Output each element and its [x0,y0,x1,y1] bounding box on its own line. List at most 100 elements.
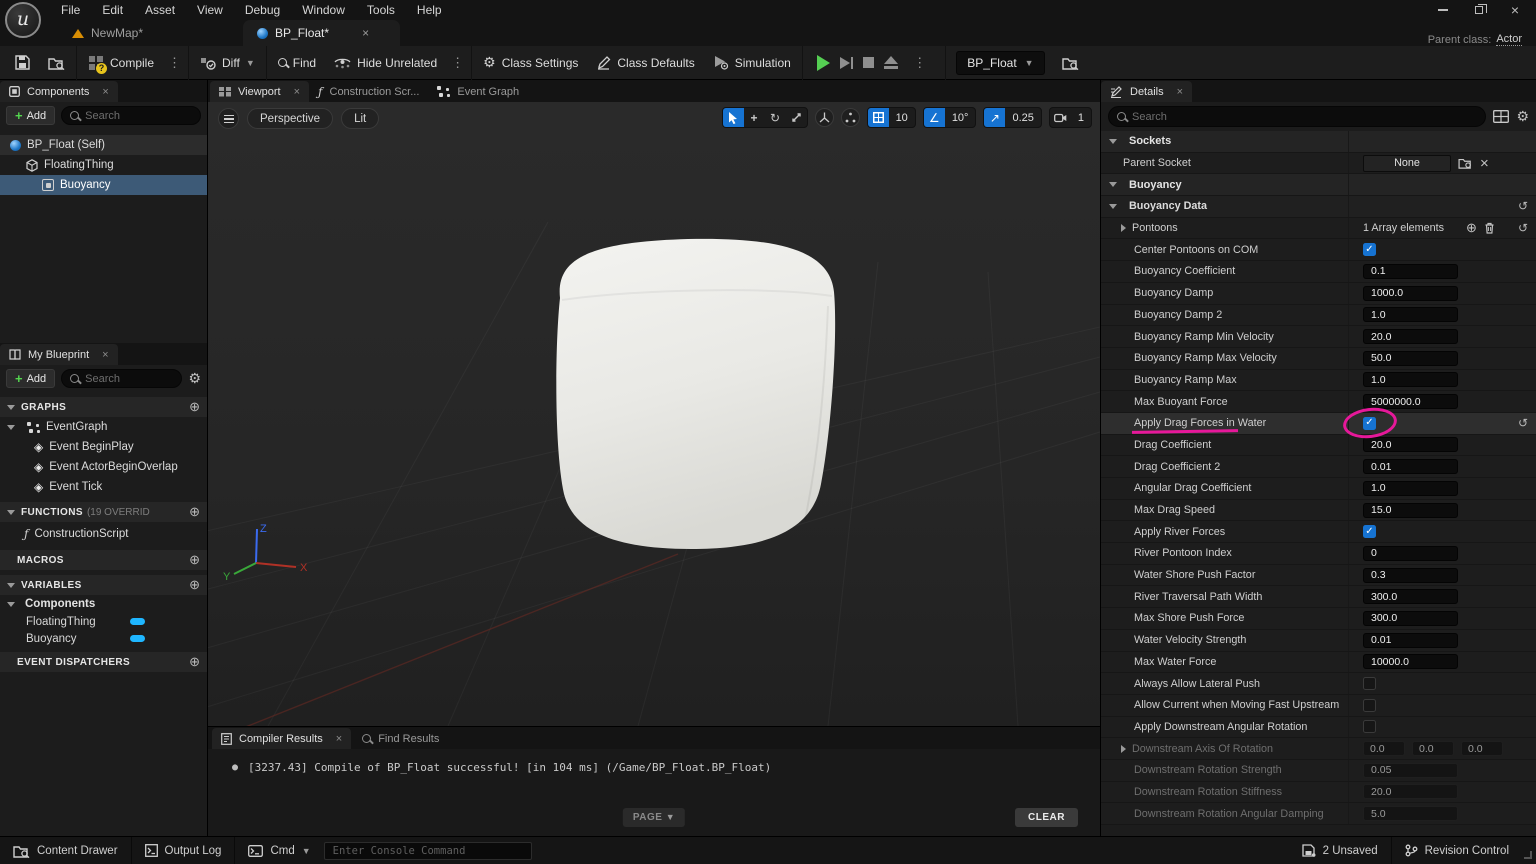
perspective-button[interactable]: Perspective [247,108,334,129]
value-input[interactable]: 1.0 [1363,307,1458,323]
3d-viewport[interactable]: Perspective Lit + ↻ 10 ∠ 10° ↗ 0.25 1 Z … [208,102,1100,726]
tab-bp-float[interactable]: BP_Float* × [243,20,401,46]
world-local-toggle-button[interactable] [814,108,834,127]
class-defaults-button[interactable]: Class Defaults [587,46,703,80]
value-input[interactable]: 0.01 [1363,632,1458,648]
rotation-snap-value[interactable]: 10° [945,108,976,127]
output-log-button[interactable]: Output Log [132,837,235,864]
functions-header[interactable]: FUNCTIONS (19 OVERRID ⊕ [0,502,207,522]
tab-compiler-results[interactable]: Compiler Results × [212,728,352,749]
components-search-input[interactable]: Search [61,106,201,125]
add-function-icon[interactable]: ⊕ [189,504,200,520]
tab-viewport[interactable]: Viewport × [210,81,310,102]
close-tab-icon[interactable]: × [362,26,369,40]
value-input[interactable]: 20.0 [1363,437,1458,453]
close-tab-icon[interactable]: × [294,86,300,98]
close-tab-icon[interactable]: × [336,733,342,745]
play-options-icon[interactable]: ⋮ [908,55,931,71]
hide-unrelated-options-icon[interactable]: ⋮ [446,55,469,71]
add-variable-icon[interactable]: ⊕ [189,577,200,593]
surface-snap-button[interactable] [840,108,860,127]
add-event-dispatcher-icon[interactable]: ⊕ [189,654,200,670]
value-input[interactable]: 10000.0 [1363,654,1458,670]
checkbox[interactable] [1363,698,1376,712]
value-input[interactable]: 0.05 [1363,762,1458,778]
display-filter-icon[interactable] [1493,110,1510,123]
value-input[interactable]: 300.0 [1363,610,1458,626]
active-blueprint-dropdown[interactable]: BP_Float ▼ [956,50,1045,75]
vector-component-input[interactable]: 0.0 [1461,741,1503,757]
play-icon[interactable] [816,54,830,71]
vector-component-input[interactable]: 0.0 [1412,741,1454,757]
menu-help[interactable]: Help [406,1,453,19]
reset-to-default-icon[interactable]: ↺ [1518,416,1528,430]
variable-type-pill[interactable] [130,618,145,625]
tab-components[interactable]: Components × [0,81,118,102]
settings-gear-icon[interactable]: ⚙ [188,370,201,387]
save-button[interactable] [6,46,39,80]
component-row-floatingthing[interactable]: FloatingThing [0,155,207,175]
event-graph-row[interactable]: EventGraph [0,417,207,437]
cmd-dropdown[interactable]: Cmd ▼ [235,837,323,864]
value-input[interactable]: 1.0 [1363,480,1458,496]
lit-mode-button[interactable]: Lit [341,108,380,129]
unreal-logo-icon[interactable]: u [5,2,41,38]
clear-button[interactable]: CLEAR [1015,808,1078,827]
simulation-button[interactable]: Simulation [704,46,800,80]
move-tool-button[interactable]: + [744,108,765,127]
close-tab-icon[interactable]: × [102,349,108,361]
class-settings-button[interactable]: ⚙ Class Settings [474,46,587,80]
vector-component-input[interactable]: 0.0 [1363,741,1405,757]
add-macro-icon[interactable]: ⊕ [189,552,200,568]
checkbox[interactable] [1363,677,1376,691]
browse-socket-icon[interactable] [1458,157,1473,169]
rotate-tool-button[interactable]: ↻ [765,108,786,127]
content-drawer-button[interactable]: Content Drawer [0,837,131,864]
value-input[interactable]: 0.1 [1363,263,1458,279]
menu-debug[interactable]: Debug [234,1,291,19]
menu-tools[interactable]: Tools [356,1,406,19]
page-dropdown-button[interactable]: PAGE ▼ [622,808,686,827]
variable-row-floatingthing[interactable]: FloatingThing [0,613,207,630]
collapse-arrow-icon[interactable] [1109,138,1117,144]
add-graph-icon[interactable]: ⊕ [189,399,200,415]
camera-speed-button[interactable] [1050,108,1071,127]
collapse-arrow-icon[interactable] [1109,182,1117,188]
parent-socket-value[interactable]: None [1363,154,1451,172]
grid-snap-toggle[interactable] [867,108,889,127]
my-blueprint-search-input[interactable]: Search [61,369,183,388]
compile-options-icon[interactable]: ⋮ [163,55,186,71]
stop-icon[interactable] [863,57,875,68]
rotation-snap-toggle[interactable]: ∠ [923,108,945,127]
value-input[interactable]: 0 [1363,545,1458,561]
expand-arrow-icon[interactable] [1121,224,1126,233]
menu-window[interactable]: Window [291,1,356,19]
camera-speed-value[interactable]: 1 [1071,108,1091,127]
revision-control-button[interactable]: Revision Control [1392,837,1522,864]
details-search-input[interactable]: Search [1108,106,1487,127]
tab-my-blueprint[interactable]: My Blueprint × [0,344,118,365]
value-input[interactable]: 20.0 [1363,784,1458,800]
floating-mesh[interactable] [556,238,836,549]
eject-icon[interactable] [884,56,899,69]
value-input[interactable]: 5.0 [1363,806,1458,822]
console-command-input[interactable]: Enter Console Command [323,841,532,860]
close-tab-icon[interactable]: × [1177,86,1183,98]
scale-snap-value[interactable]: 0.25 [1005,108,1040,127]
select-tool-button[interactable] [722,108,744,127]
value-input[interactable]: 5000000.0 [1363,394,1458,410]
scale-tool-button[interactable] [786,108,807,127]
variables-header[interactable]: VARIABLES ⊕ [0,575,207,595]
menu-view[interactable]: View [186,1,234,19]
find-button[interactable]: Find [269,46,325,80]
browse-asset-button[interactable] [39,46,74,80]
value-input[interactable]: 50.0 [1363,350,1458,366]
component-row-buoyancy[interactable]: Buoyancy [0,175,207,195]
value-input[interactable]: 1000.0 [1363,285,1458,301]
browse-to-blueprint-button[interactable] [1053,46,1088,80]
add-array-element-icon[interactable]: ⊕ [1466,220,1477,236]
add-blueprint-item-button[interactable]: + Add [6,369,56,388]
resize-grip[interactable] [1524,850,1532,859]
checkbox[interactable] [1363,720,1376,734]
event-row-event-beginplay[interactable]: ◈ Event BeginPlay [0,437,207,457]
